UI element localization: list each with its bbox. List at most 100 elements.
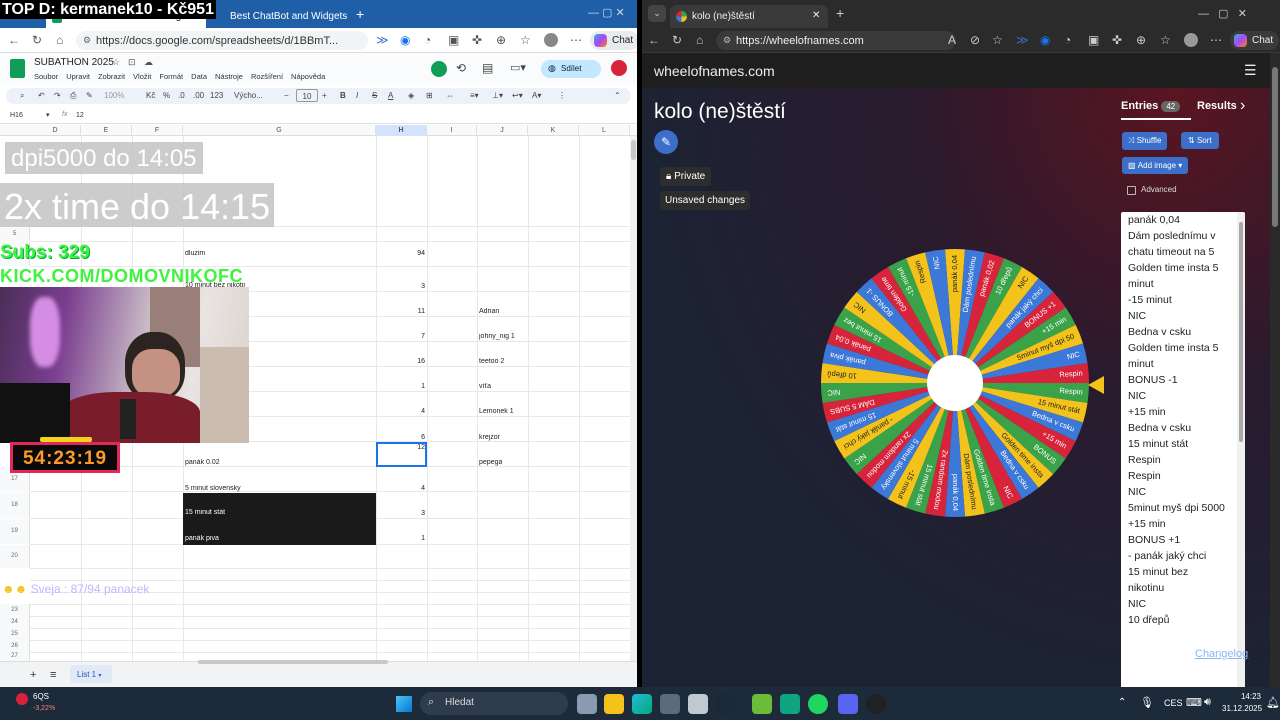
valign-icon[interactable]: ⊥▾ xyxy=(492,91,503,100)
video-call-icon[interactable]: ▭▾ xyxy=(510,61,526,74)
row-number[interactable]: 24 xyxy=(0,616,30,628)
menu-item-help[interactable]: Nápověda xyxy=(291,72,325,81)
column-header-e[interactable]: E xyxy=(81,125,132,136)
tampermonkey-icon[interactable]: ▣ xyxy=(1088,34,1099,46)
tab-chatbot[interactable]: Best ChatBot and Widgets for xyxy=(208,5,348,28)
cell-j[interactable]: teetoo 2 xyxy=(479,358,504,365)
more-icon[interactable]: ⋯ xyxy=(570,34,582,46)
site-info-icon[interactable]: ⚙ xyxy=(83,35,91,46)
cell-j[interactable]: víťa xyxy=(479,383,491,390)
entries-tab[interactable]: Entries 42 xyxy=(1121,100,1181,112)
clock-time[interactable]: 14:23 xyxy=(1221,692,1261,701)
menu-item-format[interactable]: Formát xyxy=(159,72,183,81)
cell-j[interactable]: pepega xyxy=(479,459,502,466)
close-tab-icon[interactable]: ✕ xyxy=(812,10,820,21)
page-scrollbar[interactable] xyxy=(1270,53,1280,687)
merge-icon[interactable]: ⇔ xyxy=(446,91,454,100)
shuffle-button[interactable]: ⤨ Shuffle xyxy=(1122,132,1168,150)
wheel[interactable]: panák 0,04 Dám poslednímu panák 0,02 10 dře… xyxy=(819,246,1091,521)
cell-h[interactable]: 1 xyxy=(376,535,425,542)
add-image-button[interactable]: ▨ Add image ▾ xyxy=(1122,157,1189,174)
hamburger-menu-icon[interactable]: ☰ xyxy=(1244,62,1257,79)
avatar[interactable] xyxy=(544,33,558,47)
wheel-center[interactable] xyxy=(927,355,983,411)
shield-icon[interactable]: ◔ xyxy=(424,34,431,46)
tab-actions-icon[interactable]: ⌄ xyxy=(648,5,666,22)
percent-button[interactable]: % xyxy=(163,91,170,100)
sort-button[interactable]: ⇅ Sort xyxy=(1181,132,1219,149)
row-number[interactable]: 5 xyxy=(0,227,30,241)
menu-item-data[interactable]: Data xyxy=(191,72,207,81)
discord-icon[interactable] xyxy=(838,694,858,714)
extension-icon[interactable]: ≫ xyxy=(1016,34,1029,46)
task-view-icon[interactable] xyxy=(577,694,597,714)
entries-scrollbar-thumb[interactable] xyxy=(1239,222,1243,442)
extensions-icon[interactable]: ⊕ xyxy=(1136,34,1146,46)
menu-item-tools[interactable]: Nástroje xyxy=(215,72,243,81)
url-field[interactable]: ⚙ https://wheelofnames.com xyxy=(716,31,956,50)
file-explorer-icon[interactable] xyxy=(604,694,624,714)
share-button[interactable]: ◍ Sdílet xyxy=(541,60,601,78)
volume-icon[interactable]: 🔊︎ xyxy=(1204,696,1211,709)
formula-input[interactable]: 12 xyxy=(76,112,84,119)
cell-h[interactable]: 16 xyxy=(376,358,425,365)
bold-icon[interactable]: B xyxy=(340,91,346,100)
menu-item-insert[interactable]: Vložit xyxy=(133,72,151,81)
back-icon[interactable]: ← xyxy=(648,34,660,46)
edit-title-button[interactable]: ✎ xyxy=(654,130,678,154)
back-icon[interactable]: ← xyxy=(8,34,20,46)
favorites-icon[interactable]: ☆ xyxy=(1160,34,1171,46)
more-tools-icon[interactable]: ⋮ xyxy=(558,91,566,100)
reader-icon[interactable]: A xyxy=(948,34,956,46)
puzzle-icon[interactable]: ✜ xyxy=(472,34,482,46)
column-header-j[interactable]: J xyxy=(477,125,528,136)
wrap-icon[interactable]: ↩▾ xyxy=(512,91,523,100)
vpn-icon[interactable]: ◉ xyxy=(400,34,410,46)
collapse-toolbar-icon[interactable]: ⌃ xyxy=(614,91,621,100)
vpn-icon[interactable]: ◉ xyxy=(1040,34,1050,46)
wheel-graphic[interactable]: panák 0,04 Dám poslednímupanák 0,0210 dře… xyxy=(819,246,1091,521)
new-tab-icon[interactable]: + xyxy=(836,5,844,21)
italic-icon[interactable]: I xyxy=(356,91,358,100)
favorite-icon[interactable]: ☆ xyxy=(992,34,1003,46)
comments-icon[interactable]: ▤ xyxy=(482,61,493,75)
results-tab[interactable]: Results xyxy=(1197,100,1237,112)
fill-color-icon[interactable]: ◈ xyxy=(408,91,414,100)
menu-item-view[interactable]: Zobrazit xyxy=(98,72,125,81)
star-icon[interactable]: ☆ xyxy=(112,57,120,68)
puzzle-icon[interactable]: ✜ xyxy=(1112,34,1122,46)
tab-wheel[interactable]: kolo (ne)štěstí ✕ xyxy=(670,5,828,28)
meet-icon[interactable] xyxy=(431,61,447,77)
cell-h[interactable]: 11 xyxy=(376,308,425,315)
window-controls-icon[interactable]: — ▢ ✕ xyxy=(1198,7,1247,20)
name-box-dropdown-icon[interactable]: ▾ xyxy=(46,111,50,119)
column-header-f[interactable]: F xyxy=(132,125,183,136)
reload-icon[interactable]: ↻ xyxy=(672,34,682,46)
entries-scrollbar[interactable] xyxy=(1237,212,1245,687)
search-menus-icon[interactable]: ⌕ xyxy=(20,91,24,101)
favorites-icon[interactable]: ☆ xyxy=(520,34,531,46)
scrollbar-thumb[interactable] xyxy=(631,140,636,160)
cell-h[interactable]: 4 xyxy=(376,408,425,415)
menu-item-extensions[interactable]: Rozšíření xyxy=(251,72,283,81)
steam-icon[interactable] xyxy=(716,694,736,714)
page-scrollbar-thumb[interactable] xyxy=(1272,67,1278,227)
edge-icon[interactable] xyxy=(632,694,652,714)
language-indicator[interactable]: CES xyxy=(1164,698,1183,708)
history-icon[interactable]: ⟲ xyxy=(456,61,466,75)
reload-icon[interactable]: ↻ xyxy=(32,34,42,46)
vertical-scrollbar[interactable] xyxy=(630,136,637,661)
copilot-chat-button[interactable]: Chat xyxy=(1230,31,1280,50)
currency-button[interactable]: Kč xyxy=(146,91,155,100)
zoom-select[interactable]: 100% xyxy=(104,91,124,100)
home-icon[interactable]: ⌂ xyxy=(56,34,63,46)
cell-h[interactable]: 4 xyxy=(376,485,425,492)
cell-g-piva[interactable]: panák piva xyxy=(185,535,219,542)
font-size-decrease-icon[interactable]: − xyxy=(284,91,289,100)
cell-h[interactable]: 94 xyxy=(376,250,425,257)
borders-icon[interactable]: ⊞ xyxy=(426,91,433,100)
align-icon[interactable]: ≡▾ xyxy=(470,91,479,100)
new-tab-icon[interactable]: + xyxy=(356,6,364,22)
cell-h[interactable]: 6 xyxy=(376,434,425,441)
document-title[interactable]: SUBATHON 2025 xyxy=(34,57,114,68)
